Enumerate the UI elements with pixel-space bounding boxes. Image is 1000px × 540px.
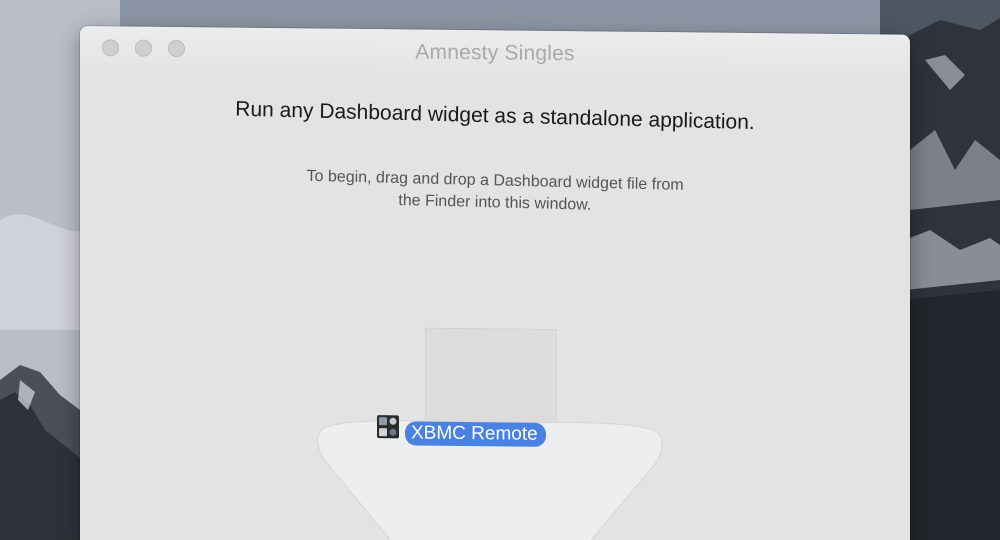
screen: Amnesty Singles Run any Dashboard widget…	[0, 0, 1000, 540]
widget-file-icon[interactable]	[376, 414, 400, 439]
headline: Run any Dashboard widget as a standalone…	[235, 97, 755, 135]
instructions: To begin, drag and drop a Dashboard widg…	[240, 164, 751, 220]
title-bar[interactable]: Amnesty Singles	[80, 26, 910, 79]
window-title: Amnesty Singles	[415, 40, 575, 66]
dragged-file-label[interactable]: XBMC Remote	[405, 421, 546, 447]
app-window: Amnesty Singles Run any Dashboard widget…	[80, 26, 910, 540]
